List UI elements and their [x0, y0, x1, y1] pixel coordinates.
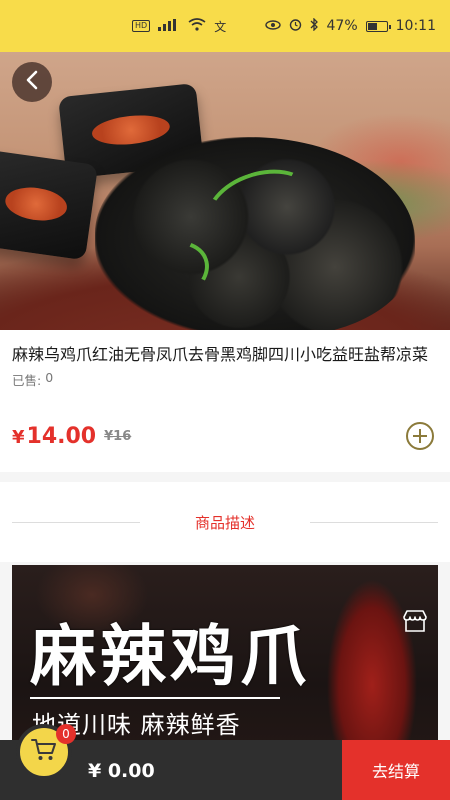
battery-percent: 47% — [326, 18, 358, 34]
status-left-icons: HD 文 — [132, 18, 226, 35]
shopping-cart-icon — [31, 738, 57, 766]
currency-symbol: ¥ — [12, 426, 25, 448]
price-value: 14.00 — [26, 423, 97, 449]
add-to-cart-button[interactable] — [406, 422, 434, 450]
product-image — [0, 52, 450, 330]
sold-label: 已售: — [12, 373, 42, 388]
product-detail-page: HD 文 47% 10:11 麻辣乌鸡爪红油无骨凤爪去骨黑鸡脚四川小吃益旺盐帮凉… — [0, 0, 450, 800]
status-right-icons: 47% 10:11 — [264, 16, 436, 35]
sold-count-row: 已售: 0 — [12, 370, 438, 389]
description-section-header: 商品描述 — [0, 482, 450, 562]
cart-total: ¥ 0.00 — [88, 760, 155, 782]
back-button[interactable] — [12, 62, 52, 102]
banner-underline — [30, 697, 280, 699]
price-row: ¥14.00 ¥16 — [12, 422, 434, 450]
original-price: ¥16 — [104, 428, 132, 444]
chevron-left-icon — [25, 70, 39, 94]
signal-icon — [158, 18, 180, 34]
product-info-card: 麻辣乌鸡爪红油无骨凤爪去骨黑鸡脚四川小吃益旺盐帮凉菜 已售: 0 ¥14.00 … — [0, 330, 450, 472]
eye-icon — [264, 18, 281, 34]
alarm-icon — [289, 18, 302, 35]
banner-title: 麻辣鸡爪 — [30, 618, 310, 695]
clock: 10:11 — [395, 18, 436, 34]
sauce-bowl-left — [0, 149, 99, 261]
sold-count: 0 — [45, 370, 54, 385]
current-price: ¥14.00 — [12, 424, 96, 449]
cart-count-badge: 0 — [56, 724, 76, 744]
hd-indicator: HD — [132, 20, 151, 32]
product-title: 麻辣乌鸡爪红油无骨凤爪去骨黑鸡脚四川小吃益旺盐帮凉菜 — [12, 345, 429, 364]
language-indicator: 文 — [214, 19, 227, 34]
wifi-icon — [188, 18, 206, 34]
bluetooth-icon — [310, 16, 319, 35]
store-icon[interactable] — [402, 609, 428, 633]
checkout-button[interactable]: 去结算 — [342, 740, 450, 800]
battery-icon — [365, 20, 391, 32]
divider-right — [310, 522, 438, 523]
status-bar: HD 文 47% 10:11 — [0, 0, 450, 52]
